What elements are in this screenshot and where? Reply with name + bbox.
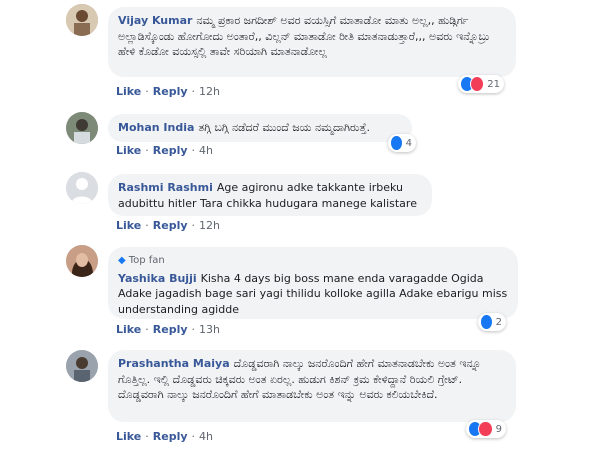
reactions-badge[interactable]: 2: [478, 313, 506, 331]
love-reaction-icon: [478, 421, 493, 437]
like-link[interactable]: Like: [116, 323, 141, 336]
reactions-badge[interactable]: 21: [458, 75, 504, 93]
separator-dot: ·: [145, 144, 149, 157]
reply-link[interactable]: Reply: [153, 430, 188, 443]
left-frame-margin: [0, 0, 62, 450]
reaction-count: 9: [495, 423, 502, 435]
author-name[interactable]: Yashika Bujji: [118, 272, 197, 285]
like-reaction-icon: [390, 135, 403, 151]
avatar[interactable]: [66, 350, 98, 382]
timestamp[interactable]: 4h: [199, 430, 213, 443]
comment-actions: Like · Reply · 12h: [116, 85, 220, 98]
separator-dot: ·: [145, 430, 149, 443]
comment-rashmi-rashmi: Rashmi Rashmi Age agironu adke takkante i…: [66, 170, 536, 236]
author-name[interactable]: Vijay Kumar: [118, 14, 192, 27]
like-link[interactable]: Like: [116, 144, 141, 157]
reply-link[interactable]: Reply: [153, 144, 188, 157]
like-link[interactable]: Like: [116, 85, 141, 98]
comment-bubble: Rashmi Rashmi Age agironu adke takkante i…: [108, 174, 432, 216]
avatar[interactable]: [66, 172, 98, 204]
profile-photo-icon: [66, 112, 98, 144]
author-name[interactable]: Mohan India: [118, 121, 194, 134]
separator-dot: ·: [145, 85, 149, 98]
comment-text: ತಗ್ಗಿ ಬಗ್ಗಿ ನಡೆದರೆ ಮುಂದೆ ಜಯ ನಮ್ಮದಾಗಿರುತ್…: [198, 121, 371, 134]
avatar[interactable]: [66, 4, 98, 36]
separator-dot: ·: [191, 323, 196, 336]
comment-bubble: Mohan India ತಗ್ಗಿ ಬಗ್ಗಿ ನಡೆದರೆ ಮುಂದೆ ಜಯ ನ…: [108, 114, 412, 142]
right-frame-margin: [530, 0, 600, 450]
reaction-count: 21: [487, 78, 500, 90]
separator-dot: ·: [145, 323, 149, 336]
timestamp[interactable]: 13h: [199, 323, 220, 336]
comment-bubble: Prashantha Maiya ದೊಡ್ಡವರಾಗಿ ನಾಲ್ಕು ಜನರೊಂದ…: [108, 350, 516, 422]
reply-link[interactable]: Reply: [153, 219, 188, 232]
timestamp[interactable]: 12h: [199, 85, 220, 98]
separator-dot: ·: [145, 219, 149, 232]
profile-photo-icon: [66, 4, 98, 36]
comment-bubble: Vijay Kumar ನಮ್ಮ ಪ್ರಕಾರ ಜಗದೀಶ್ ಅವರ ವಯಸ್ಸಿ…: [108, 7, 516, 77]
reaction-count: 4: [405, 137, 412, 149]
comment-actions: Like · Reply · 4h: [116, 430, 213, 443]
reaction-count: 2: [495, 316, 502, 328]
comment-yashika-bujji: ◆ Top fan Yashika Bujji Kisha 4 days big b…: [66, 243, 536, 341]
default-profile-icon: [66, 172, 98, 204]
reply-link[interactable]: Reply: [153, 85, 188, 98]
timestamp[interactable]: 12h: [199, 219, 220, 232]
separator-dot: ·: [191, 219, 196, 232]
like-reaction-icon: [480, 314, 493, 330]
comment-mohan-india: Mohan India ತಗ್ಗಿ ಬಗ್ಗಿ ನಡೆದರೆ ಮುಂದೆ ಜಯ ನ…: [66, 110, 536, 160]
reactions-badge[interactable]: 4: [388, 134, 416, 152]
avatar[interactable]: [66, 112, 98, 144]
like-link[interactable]: Like: [116, 430, 141, 443]
comment-prashantha-maiya: Prashantha Maiya ದೊಡ್ಡವರಾಗಿ ನಾಲ್ಕು ಜನರೊಂದ…: [66, 348, 536, 448]
separator-dot: ·: [191, 144, 196, 157]
top-fan-badge: ◆ Top fan: [118, 253, 508, 269]
separator-dot: ·: [191, 430, 196, 443]
reply-link[interactable]: Reply: [153, 323, 188, 336]
timestamp[interactable]: 4h: [199, 144, 213, 157]
profile-photo-icon: [66, 350, 98, 382]
comment-actions: Like · Reply · 4h: [116, 144, 213, 157]
separator-dot: ·: [191, 85, 196, 98]
profile-photo-icon: [66, 245, 98, 277]
comment-actions: Like · Reply · 12h: [116, 219, 220, 232]
like-link[interactable]: Like: [116, 219, 141, 232]
comment-bubble: ◆ Top fan Yashika Bujji Kisha 4 days big b…: [108, 247, 518, 319]
avatar[interactable]: [66, 245, 98, 277]
diamond-icon: ◆: [118, 255, 126, 266]
author-name[interactable]: Prashantha Maiya: [118, 357, 230, 370]
comment-vijay-kumar: Vijay Kumar ನಮ್ಮ ಪ್ರಕಾರ ಜಗದೀಶ್ ಅವರ ವಯಸ್ಸಿ…: [66, 2, 536, 102]
top-fan-label: Top fan: [128, 255, 165, 266]
comment-actions: Like · Reply · 13h: [116, 323, 220, 336]
love-reaction-icon: [470, 76, 485, 92]
author-name[interactable]: Rashmi Rashmi: [118, 181, 213, 194]
reactions-badge[interactable]: 9: [466, 420, 506, 438]
